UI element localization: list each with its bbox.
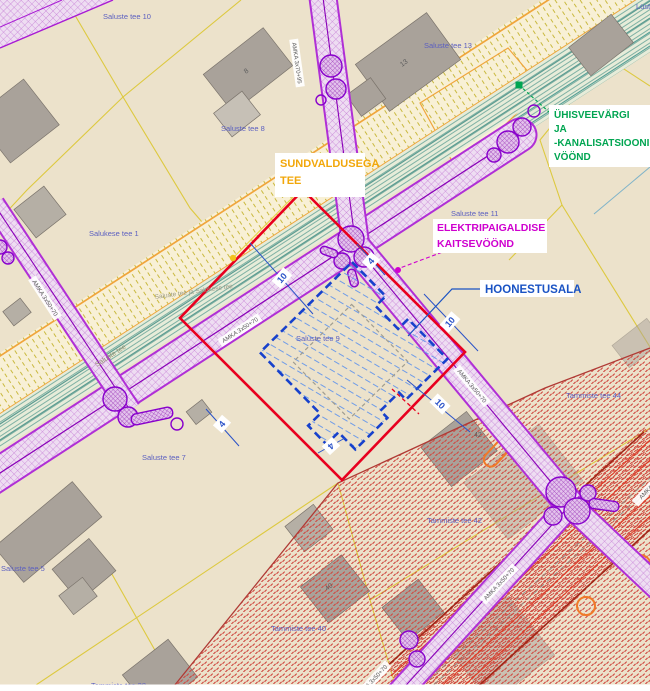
parcel-label: Saluste tee 11 xyxy=(451,209,498,218)
callout-sundvaldusega-tee: SUNDVALDUSEGA TEE xyxy=(275,153,379,197)
parcel-label: Tammiste tee 44 xyxy=(566,391,621,400)
callout-text: ÜHISVEEVÄRGI xyxy=(554,108,630,121)
building-number: 42 xyxy=(474,432,482,439)
plan-canvas: 13 8 42 40 xyxy=(0,0,650,691)
parcel-label: Tammiste tee 40 xyxy=(271,624,326,633)
page-margin xyxy=(0,685,650,691)
electrical-point-marker xyxy=(395,267,401,273)
parcel-label: Saluste tee 13 xyxy=(424,41,472,50)
water-point-marker xyxy=(516,82,523,89)
callout-veevark-zone: ÜHISVEEVÄRGI JA -KANALISATSIOONI VÖÖND xyxy=(549,105,650,167)
callout-text: HOONESTUSALA xyxy=(485,284,581,296)
callout-text: SUNDVALDUSEGA xyxy=(280,158,379,170)
parcel-label: Saluste tee 9 xyxy=(296,334,340,343)
site-plan-map[interactable]: 13 8 42 40 xyxy=(0,0,650,691)
parcel-label: Saluste tee 5 xyxy=(1,564,45,573)
parcel-label: Tammiste tee 42 xyxy=(427,516,482,525)
callout-text: ELEKTRIPAIGALDISE xyxy=(437,222,545,234)
parcel-label: Saluste tee 7 xyxy=(142,453,186,462)
parcel-label: Salukese tee 1 xyxy=(89,229,139,238)
callout-hoonestusala: HOONESTUSALA xyxy=(480,280,581,297)
callout-elektripaigaldis: ELEKTRIPAIGALDISE KAITSEVÖÖND xyxy=(433,219,547,253)
road-point-marker xyxy=(230,255,236,261)
callout-text: KAITSEVÖÖND xyxy=(437,237,514,250)
callout-text: -KANALISATSIOONI xyxy=(554,138,650,149)
callout-text: JA xyxy=(554,124,567,135)
callout-text: TEE xyxy=(280,175,301,187)
parcel-label-partial: Lüst xyxy=(636,2,650,11)
parcel-label: Saluste tee 8 xyxy=(221,124,265,133)
callout-text: VÖÖND xyxy=(554,150,591,163)
parcel-label: Saluste tee 10 xyxy=(103,12,151,21)
